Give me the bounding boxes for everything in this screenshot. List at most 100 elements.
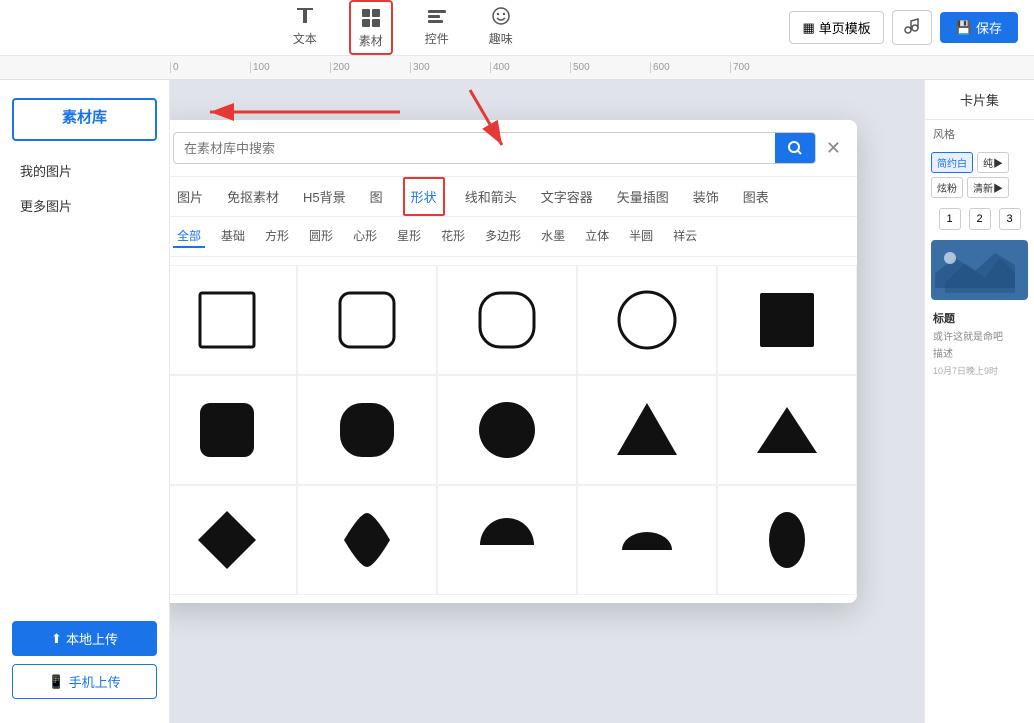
tab-img2[interactable]: 图 [366,177,387,216]
toolbar-material-label: 素材 [359,32,383,49]
shape-rect-rounded-filled[interactable] [170,375,297,485]
shape-half-ellipse[interactable] [577,485,717,595]
upload-phone-button[interactable]: 📱 手机上传 [12,664,157,699]
subtab-3d[interactable]: 立体 [581,225,613,248]
ruler: 0 100 200 300 400 500 600 700 [0,56,1034,80]
sidebar-title: 素材库 [12,98,157,141]
subtab-flower[interactable]: 花形 [437,225,469,248]
tab-lines[interactable]: 线和箭头 [461,177,521,216]
upload-phone-icon: 📱 [48,674,64,690]
ruler-mark-0: 0 [170,62,250,73]
main-area: 素材库 我的图片 更多图片 ⬆ 本地上传 📱 手机上传 [0,80,1034,723]
tab-text-container[interactable]: 文字容器 [537,177,597,216]
right-panel-title: 卡片集 [925,80,1034,120]
shape-semicircle-filled[interactable] [437,485,577,595]
card-text-area: 标题 或许这就是命吧 描述 10月7日晚上9时 [925,304,1034,383]
style-opt-simple[interactable]: 简约白 [931,152,973,173]
card-thumbnail [931,240,1028,300]
subtab-star[interactable]: 星形 [393,225,425,248]
material-icon [359,6,383,30]
sidebar-item-my-images[interactable]: 我的图片 [0,153,169,188]
card-title-label: 标题 [933,310,1026,326]
ruler-mark-400: 400 [490,62,570,73]
shape-diamond-rounded-outline[interactable] [297,485,437,595]
template-icon: ▦ [802,20,814,36]
subtab-semicircle[interactable]: 半圆 [625,225,657,248]
page-num-3[interactable]: 3 [999,208,1021,230]
shape-triangle-flat-filled[interactable] [717,375,857,485]
tab-decoration[interactable]: 装饰 [689,177,723,216]
subtab-circle[interactable]: 圆形 [305,225,337,248]
fun-icon [489,4,513,28]
subtab-heart[interactable]: 心形 [349,225,381,248]
sidebar: 素材库 我的图片 更多图片 ⬆ 本地上传 📱 手机上传 [0,80,170,723]
style-options: 简约白 纯▶ 炫粉 清新▶ [925,148,1034,202]
shape-rect-more-rounded-outline[interactable] [437,265,577,375]
canvas-area: ✕ 图片 免抠素材 H5背景 图 形状 线和箭头 文字容器 矢量插图 装饰 图表 [170,80,924,723]
ruler-mark-600: 600 [650,62,730,73]
right-panel-style-label: 风格 [925,120,1034,148]
modal-tabs: 图片 免抠素材 H5背景 图 形状 线和箭头 文字容器 矢量插图 装饰 图表 [170,177,857,217]
upload-phone-label: 手机上传 [69,672,121,691]
card-time: 10月7日晚上9时 [933,364,1026,377]
page-num-2[interactable]: 2 [969,208,991,230]
modal-close-button[interactable]: ✕ [826,139,841,157]
shape-rect-more-rounded-filled[interactable] [297,375,437,485]
toolbar-items: 文本 素材 控件 趣味 [16,0,789,55]
card-thumb-image [935,243,1025,298]
ruler-mark-500: 500 [570,62,650,73]
upload-local-label: 本地上传 [66,629,118,648]
music-button[interactable] [892,10,932,45]
style-opt-fresh[interactable]: 清新▶ [967,177,1009,198]
toolbar-widget[interactable]: 控件 [417,0,457,55]
toolbar-text-label: 文本 [293,30,317,47]
search-input[interactable] [174,135,775,162]
shape-rect-rounded-outline[interactable] [297,265,437,375]
subtab-cloud[interactable]: 祥云 [669,225,701,248]
modal-header: ✕ [170,120,857,177]
shape-triangle-filled[interactable] [577,375,717,485]
page-num-1[interactable]: 1 [939,208,961,230]
toolbar: 文本 素材 控件 趣味 ▦ 单页模板 💾 [0,0,1034,56]
shape-grid [170,257,857,603]
search-button[interactable] [775,133,815,163]
tab-cutout[interactable]: 免抠素材 [223,177,283,216]
shape-oval-filled[interactable] [717,485,857,595]
tab-shape[interactable]: 形状 [403,177,445,216]
card-desc: 描述 [933,345,1026,360]
shape-rect-outline[interactable] [170,265,297,375]
shape-circle-outline[interactable] [577,265,717,375]
subtab-ink[interactable]: 水墨 [537,225,569,248]
subtab-polygon[interactable]: 多边形 [481,225,525,248]
template-label: 单页模板 [819,18,871,37]
toolbar-fun-label: 趣味 [489,30,513,47]
tab-images[interactable]: 图片 [173,177,207,216]
toolbar-fun[interactable]: 趣味 [481,0,521,55]
style-opt-pink[interactable]: 炫粉 [931,177,963,198]
ruler-mark-700: 700 [730,62,810,73]
shape-circle-filled[interactable] [437,375,577,485]
toolbar-text[interactable]: 文本 [285,0,325,55]
sidebar-bottom: ⬆ 本地上传 📱 手机上传 [0,609,169,711]
page-numbers: 1 2 3 [925,202,1034,236]
search-wrap [173,132,816,164]
subtab-all[interactable]: 全部 [173,225,205,248]
shape-diamond-outline[interactable] [170,485,297,595]
widget-icon [425,4,449,28]
tab-chart[interactable]: 图表 [739,177,773,216]
save-button[interactable]: 💾 保存 [940,12,1018,43]
toolbar-widget-label: 控件 [425,30,449,47]
toolbar-right: ▦ 单页模板 💾 保存 [789,10,1018,45]
style-opt-pure[interactable]: 纯▶ [977,152,1009,173]
subtab-basic[interactable]: 基础 [217,225,249,248]
tab-h5bg[interactable]: H5背景 [299,177,350,216]
template-button[interactable]: ▦ 单页模板 [789,11,883,44]
tab-vector[interactable]: 矢量插图 [613,177,673,216]
subtab-square[interactable]: 方形 [261,225,293,248]
toolbar-material[interactable]: 素材 [349,0,393,55]
upload-local-button[interactable]: ⬆ 本地上传 [12,621,157,656]
music-icon [903,17,921,35]
shape-rect-filled[interactable] [717,265,857,375]
text-icon [293,4,317,28]
sidebar-item-more-images[interactable]: 更多图片 [0,188,169,223]
